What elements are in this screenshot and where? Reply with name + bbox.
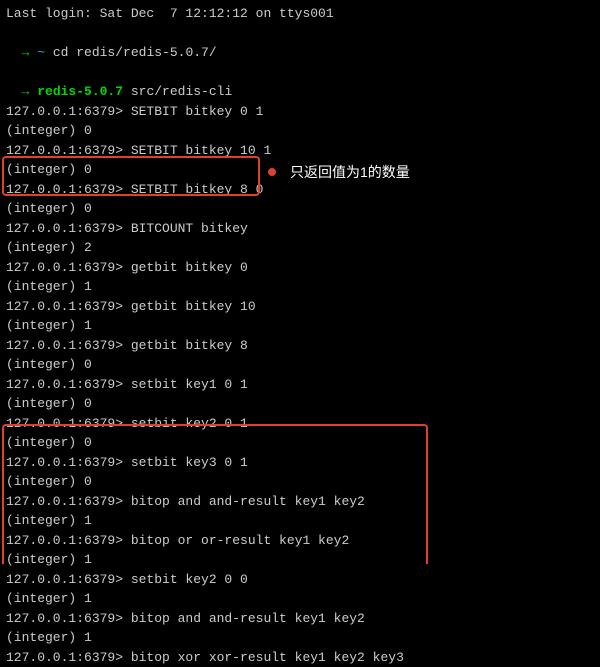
terminal-line: (integer) 0 (6, 472, 594, 492)
prompt-dir: redis-5.0.7 (37, 84, 131, 99)
terminal-line: (integer) 2 (6, 238, 594, 258)
terminal-line: 127.0.0.1:6379> BITCOUNT bitkey (6, 219, 594, 239)
terminal-line: 127.0.0.1:6379> getbit bitkey 8 (6, 336, 594, 356)
terminal-line: (integer) 0 (6, 433, 594, 453)
login-line: Last login: Sat Dec 7 12:12:12 on ttys00… (6, 4, 594, 24)
prompt-arrow-icon: → (22, 45, 38, 60)
terminal-line: (integer) 0 (6, 121, 594, 141)
terminal-line: (integer) 1 (6, 277, 594, 297)
prompt-tilde: ~ (37, 45, 53, 60)
shell-prompt-line-1[interactable]: → ~ cd redis/redis-5.0.7/ (6, 24, 594, 63)
shell-prompt-line-2[interactable]: → redis-5.0.7 src/redis-cli (6, 63, 594, 102)
terminal-line: (integer) 0 (6, 394, 594, 414)
terminal-line: (integer) 1 (6, 589, 594, 609)
terminal-line: 127.0.0.1:6379> getbit bitkey 0 (6, 258, 594, 278)
shell-command-redis-cli: src/redis-cli (131, 84, 232, 99)
annotation-text: 只返回值为1的数量 (290, 162, 410, 183)
terminal-line: (integer) 1 (6, 550, 594, 570)
terminal-line: 127.0.0.1:6379> bitop and and-result key… (6, 492, 594, 512)
terminal-line: 127.0.0.1:6379> getbit bitkey 10 (6, 297, 594, 317)
terminal-line: (integer) 1 (6, 316, 594, 336)
terminal-line: 127.0.0.1:6379> setbit key2 0 1 (6, 414, 594, 434)
terminal-line: 127.0.0.1:6379> bitop or or-result key1 … (6, 531, 594, 551)
terminal-line: (integer) 1 (6, 628, 594, 648)
terminal-line: (integer) 0 (6, 199, 594, 219)
prompt-arrow-icon: → (22, 84, 38, 99)
terminal-line: 127.0.0.1:6379> setbit key2 0 0 (6, 570, 594, 590)
terminal-line: 127.0.0.1:6379> bitop xor xor-result key… (6, 648, 594, 667)
terminal-line: 127.0.0.1:6379> setbit key1 0 1 (6, 375, 594, 395)
terminal-output[interactable]: 127.0.0.1:6379> SETBIT bitkey 0 1(intege… (6, 102, 594, 667)
terminal-line: 127.0.0.1:6379> SETBIT bitkey 10 1 (6, 141, 594, 161)
terminal-line: (integer) 0 (6, 355, 594, 375)
terminal-line: 127.0.0.1:6379> SETBIT bitkey 0 1 (6, 102, 594, 122)
terminal-line: (integer) 1 (6, 511, 594, 531)
shell-command-cd: cd redis/redis-5.0.7/ (53, 45, 217, 60)
terminal-line: 127.0.0.1:6379> setbit key3 0 1 (6, 453, 594, 473)
annotation-dot-icon (268, 168, 276, 176)
terminal-line: 127.0.0.1:6379> bitop and and-result key… (6, 609, 594, 629)
